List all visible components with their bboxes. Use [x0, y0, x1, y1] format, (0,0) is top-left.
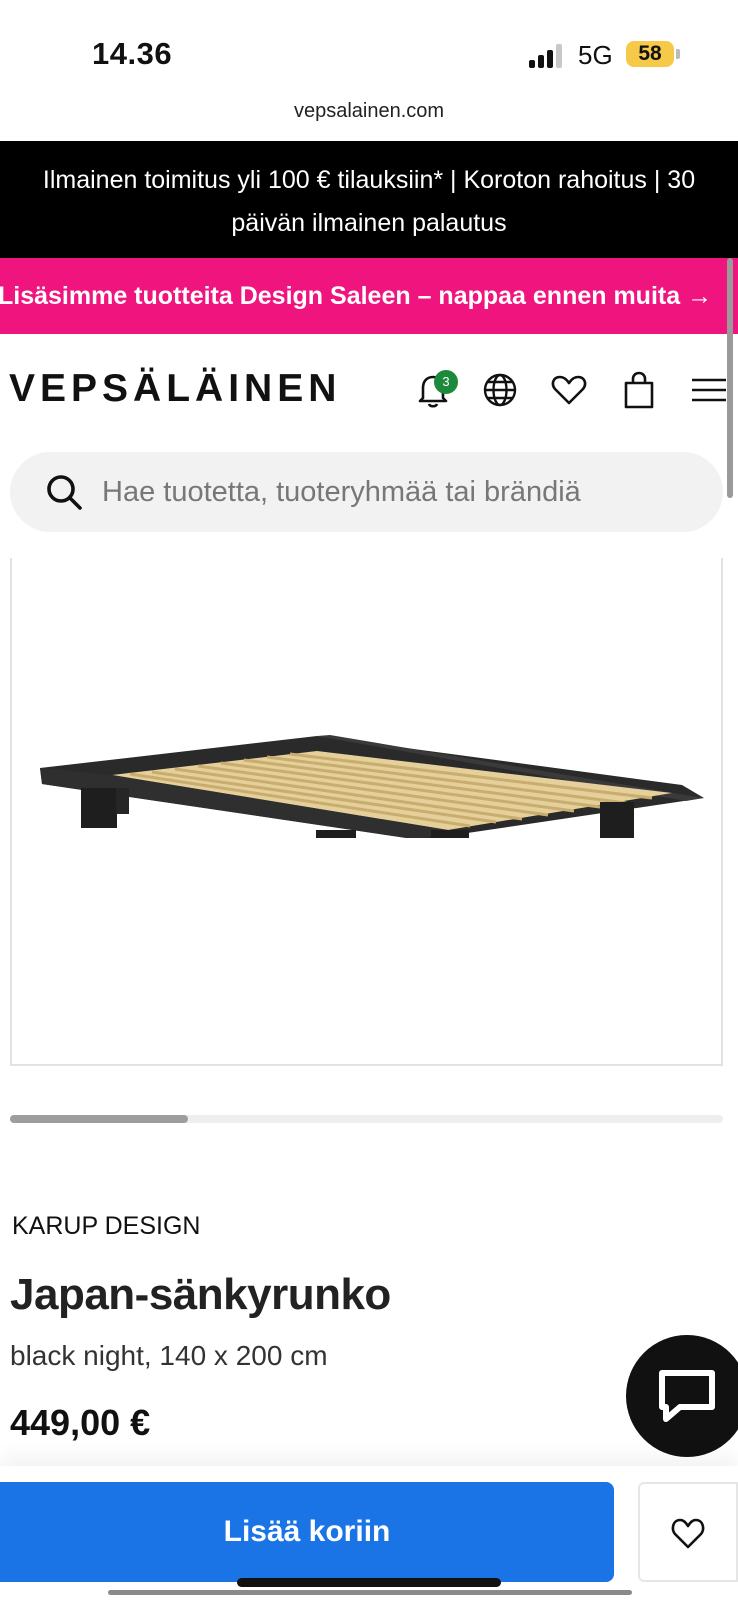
notification-badge: 3: [434, 370, 458, 394]
site-logo[interactable]: VEPSÄLÄINEN: [9, 367, 341, 411]
battery-cap: [676, 49, 680, 59]
product-gallery[interactable]: [10, 558, 723, 1066]
page-scrollbar[interactable]: [727, 258, 733, 498]
wishlist-button[interactable]: [638, 1482, 738, 1582]
product-image: [40, 735, 704, 838]
heart-icon: [671, 1518, 705, 1549]
browser-scroll-track: [108, 1590, 632, 1595]
network-label: 5G: [578, 40, 613, 70]
product-brand[interactable]: KARUP DESIGN: [12, 1212, 200, 1241]
product-price: 449,00 €: [10, 1402, 151, 1443]
status-bar: 14.36 5G 58: [0, 0, 738, 100]
product-title: Japan-sänkyrunko: [10, 1270, 391, 1319]
gallery-scroll-thumb[interactable]: [10, 1115, 189, 1123]
gallery-scrollbar[interactable]: [10, 1115, 723, 1123]
promo-banner: Ilmainen toimitus yli 100 € tilauksiin* …: [0, 141, 738, 258]
sale-banner-text[interactable]: Lisäsimme tuotteita Design Saleen – napp…: [0, 258, 712, 334]
chat-icon: [659, 1370, 715, 1422]
product-variant: black night, 140 x 200 cm: [10, 1340, 328, 1371]
chat-button[interactable]: [626, 1335, 738, 1457]
shopping-bag-icon[interactable]: [619, 370, 659, 410]
battery-icon: 58: [626, 41, 674, 67]
url-bar[interactable]: vepsalainen.com: [0, 100, 738, 123]
home-indicator[interactable]: [237, 1578, 501, 1587]
heart-icon[interactable]: [549, 370, 589, 410]
signal-icon: [529, 44, 565, 68]
sale-banner[interactable]: Lisäsimme tuotteita Design Saleen – napp…: [0, 258, 738, 334]
status-time: 14.36: [92, 36, 173, 71]
globe-icon[interactable]: [480, 370, 520, 410]
search-bar[interactable]: [10, 452, 723, 532]
add-to-cart-button[interactable]: Lisää koriin: [0, 1482, 614, 1582]
search-icon[interactable]: [44, 472, 84, 512]
site-header: VEPSÄLÄINEN 3: [0, 334, 738, 444]
menu-icon[interactable]: [688, 370, 728, 410]
search-input[interactable]: [102, 452, 702, 532]
